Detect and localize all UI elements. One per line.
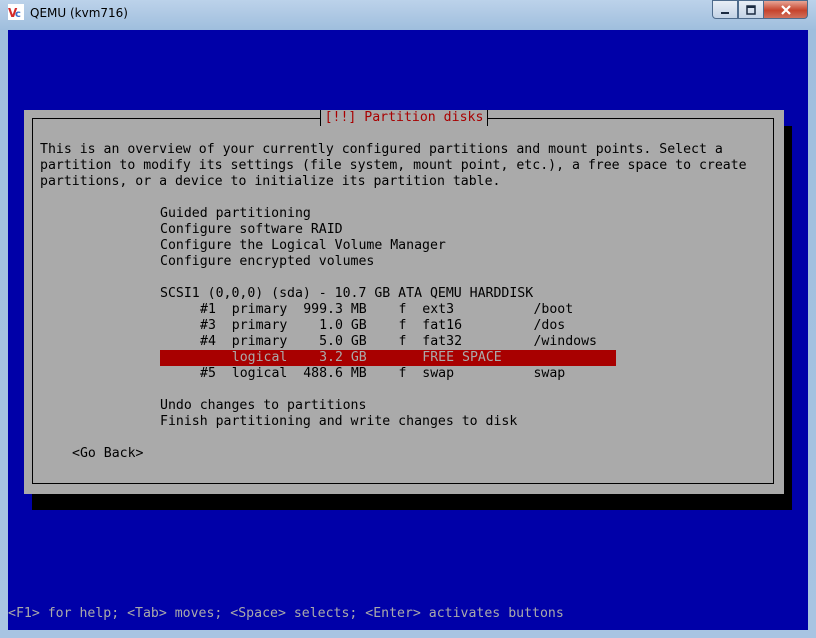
- undo-changes-item[interactable]: Undo changes to partitions: [160, 398, 366, 414]
- close-button[interactable]: [764, 0, 808, 19]
- partition-row-selected-text: logical 3.2 GB FREE SPACE: [200, 350, 502, 365]
- finish-partitioning-item[interactable]: Finish partitioning and write changes to…: [160, 414, 517, 430]
- minimize-button[interactable]: [712, 0, 738, 19]
- intro-line: This is an overview of your currently co…: [40, 142, 723, 157]
- intro-line: partitions, or a device to initialize it…: [40, 174, 501, 189]
- svg-text:c: c: [15, 9, 21, 20]
- intro-line: partition to modify its settings (file s…: [40, 158, 747, 173]
- maximize-button[interactable]: [738, 0, 764, 19]
- vm-screen[interactable]: [!!] Partition disks This is an overview…: [8, 30, 808, 630]
- maximize-icon: [746, 4, 756, 15]
- partition-row[interactable]: #1 primary 999.3 MB f ext3 /boot: [200, 302, 573, 318]
- menu-configure-encrypted[interactable]: Configure encrypted volumes: [160, 254, 374, 270]
- minimize-icon: [721, 11, 729, 14]
- partition-row[interactable]: #3 primary 1.0 GB f fat16 /dos: [200, 318, 565, 334]
- dialog-title: [!!] Partition disks: [24, 110, 784, 126]
- partition-row[interactable]: #5 logical 488.6 MB f swap swap: [200, 366, 565, 382]
- dialog-title-text: [!!] Partition disks: [319, 110, 489, 126]
- caption-buttons: [712, 0, 808, 20]
- disk-entry[interactable]: SCSI1 (0,0,0) (sda) - 10.7 GB ATA QEMU H…: [160, 286, 533, 302]
- partition-row[interactable]: #4 primary 5.0 GB f fat32 /windows: [200, 334, 597, 350]
- title-bar[interactable]: V c QEMU (kvm716): [0, 0, 816, 28]
- menu-guided-partitioning[interactable]: Guided partitioning: [160, 206, 311, 222]
- qemu-window: V c QEMU (kvm716) [!!] Partition disks T…: [0, 0, 816, 638]
- close-icon: [780, 4, 791, 15]
- qemu-app-icon: V c: [8, 4, 24, 20]
- partition-dialog: [!!] Partition disks This is an overview…: [24, 110, 784, 494]
- window-title: QEMU (kvm716): [30, 6, 128, 20]
- menu-configure-raid[interactable]: Configure software RAID: [160, 222, 343, 238]
- partition-row-selected[interactable]: logical 3.2 GB FREE SPACE: [160, 350, 616, 366]
- help-line: <F1> for help; <Tab> moves; <Space> sele…: [8, 606, 564, 621]
- menu-configure-lvm[interactable]: Configure the Logical Volume Manager: [160, 238, 446, 254]
- go-back-button[interactable]: <Go Back>: [72, 446, 143, 462]
